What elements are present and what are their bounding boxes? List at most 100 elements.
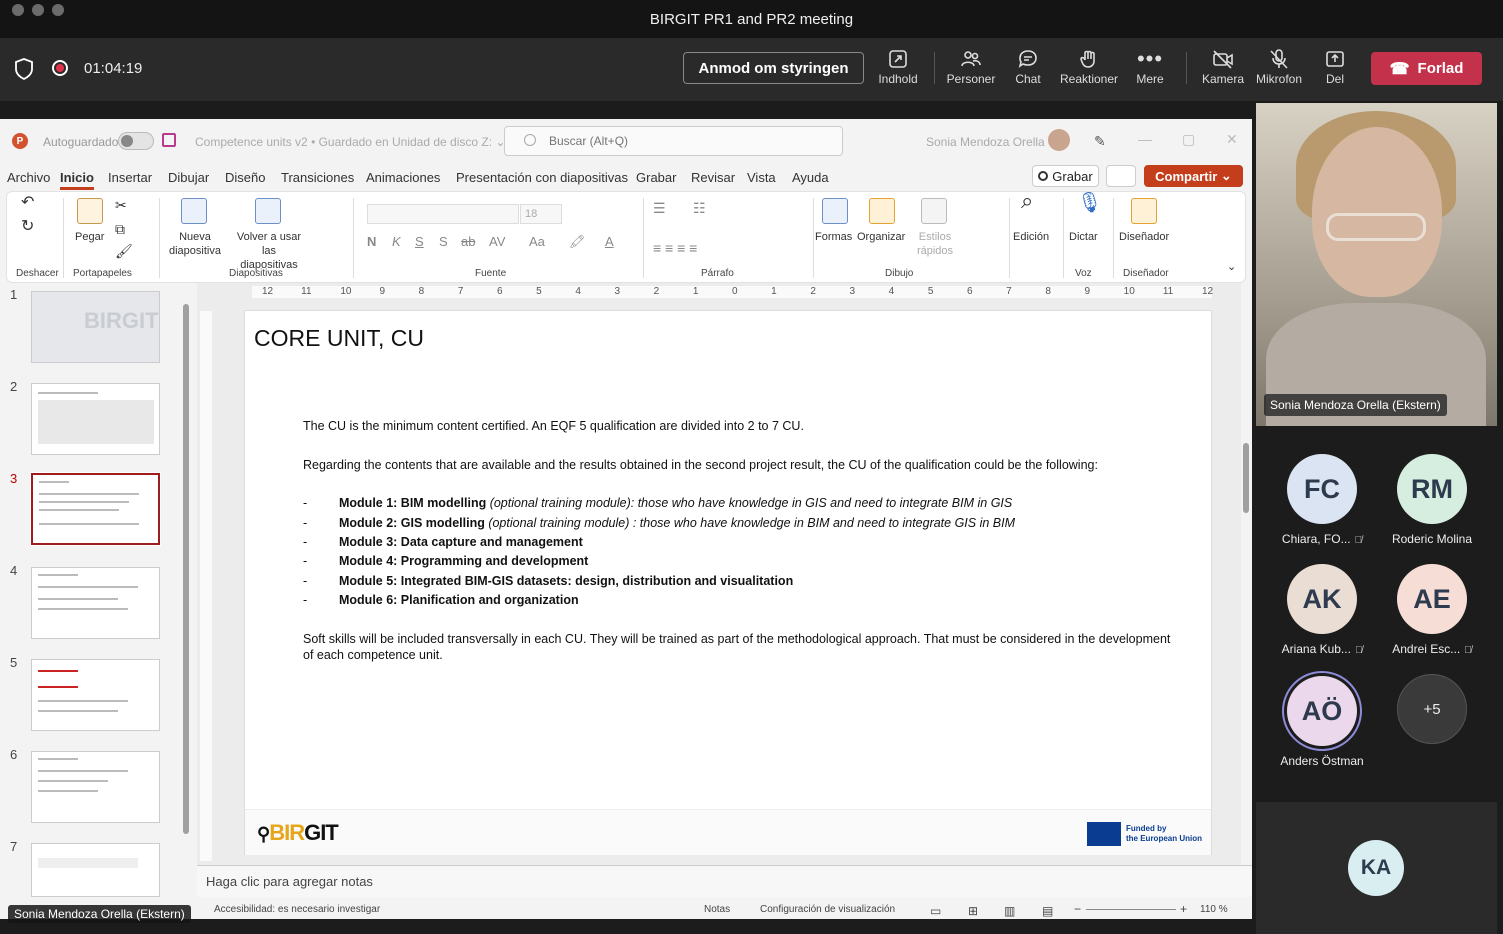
people-button[interactable]: Personer xyxy=(941,46,1001,96)
video-tile[interactable]: Sonia Mendoza Orella (Ekstern) xyxy=(1256,103,1497,426)
notes-pane[interactable]: Haga clic para agregar notas xyxy=(197,865,1252,897)
slide-thumbnails: 1 BIRGIT 2 3 4 5 6 7 xyxy=(0,283,195,899)
zoom-out-icon[interactable]: − xyxy=(1074,902,1081,916)
more-button[interactable]: ••• Mere xyxy=(1120,46,1180,96)
document-name[interactable]: Competence units v2 • Guardado en Unidad… xyxy=(195,135,505,149)
slide-thumbnail-5[interactable] xyxy=(31,659,160,731)
highlight-icon[interactable]: 🖍 xyxy=(569,234,586,250)
tab-dibujar[interactable]: Dibujar xyxy=(168,170,209,185)
slideshow-icon[interactable]: ▤ xyxy=(1042,904,1053,918)
italic-icon[interactable]: K xyxy=(392,234,401,249)
tab-ayuda[interactable]: Ayuda xyxy=(792,170,829,185)
bold-icon[interactable]: N xyxy=(367,234,376,249)
display-settings[interactable]: Configuración de visualización xyxy=(760,904,895,915)
ruler-tick-label: 6 xyxy=(497,286,503,297)
slide-thumbnail-7[interactable] xyxy=(31,843,160,897)
window-controls[interactable] xyxy=(12,4,64,16)
minimize-icon[interactable]: — xyxy=(1138,131,1152,147)
thumbnails-scrollbar[interactable] xyxy=(183,304,189,834)
share-button[interactable]: Del xyxy=(1305,46,1365,96)
user-name[interactable]: Sonia Mendoza Orella xyxy=(926,135,1045,149)
avatar[interactable]: KA xyxy=(1348,840,1404,896)
tab-inicio[interactable]: Inicio xyxy=(60,170,94,190)
reading-view-icon[interactable]: ▥ xyxy=(1004,904,1015,918)
slide-thumbnail-3[interactable] xyxy=(30,472,161,546)
zoom-level[interactable]: 110 % xyxy=(1200,904,1228,915)
autosave-toggle[interactable] xyxy=(118,132,154,150)
record-button[interactable]: Grabar xyxy=(1032,165,1099,187)
participant-tile[interactable]: AK Ariana Kub... 🎙̸ xyxy=(1272,564,1372,656)
request-control-button[interactable]: Anmod om styringen xyxy=(683,52,864,84)
reactions-button[interactable]: Reaktioner xyxy=(1059,46,1119,96)
quick-styles-button[interactable]: Estilos rápidos xyxy=(915,230,955,258)
tab-grabar[interactable]: Grabar xyxy=(636,170,676,185)
comments-button[interactable] xyxy=(1106,165,1136,187)
tab-presentacion[interactable]: Presentación con diapositivas xyxy=(456,170,628,185)
mic-muted-icon: 🎙̸ xyxy=(1354,535,1363,546)
quick-styles-icon xyxy=(921,198,947,224)
save-icon[interactable] xyxy=(162,133,176,147)
shapes-button[interactable]: Formas xyxy=(815,230,852,244)
reuse-slides-button[interactable]: Volver a usar las diapositivas xyxy=(233,230,305,272)
designer-button[interactable]: Diseñador xyxy=(1119,230,1169,244)
compartir-button[interactable]: Compartir ⌄ xyxy=(1144,165,1243,187)
shadow-icon[interactable]: S xyxy=(439,234,448,249)
arrange-button[interactable]: Organizar xyxy=(857,230,905,244)
tab-diseno[interactable]: Diseño xyxy=(225,170,265,185)
participant-tile[interactable]: AE Andrei Esc... 🎙̸ xyxy=(1382,564,1482,656)
slide-thumbnail-1[interactable]: BIRGIT xyxy=(31,291,160,363)
close-icon[interactable]: ✕ xyxy=(1226,131,1238,148)
align-icon[interactable]: ≡ ≡ ≡ ≡ xyxy=(653,240,697,256)
leave-button[interactable]: ☎ Forlad xyxy=(1371,52,1482,85)
normal-view-icon[interactable]: ▭ xyxy=(930,904,941,918)
participant-tile[interactable]: RM Roderic Molina xyxy=(1382,454,1482,546)
font-name-input[interactable] xyxy=(367,204,519,224)
copy-icon[interactable]: ⧉ xyxy=(115,222,125,236)
slide-thumbnail-4[interactable] xyxy=(31,567,160,639)
tab-archivo[interactable]: Archivo xyxy=(7,170,50,185)
tab-transiciones[interactable]: Transiciones xyxy=(281,170,354,185)
tab-revisar[interactable]: Revisar xyxy=(691,170,735,185)
chat-button[interactable]: Chat xyxy=(998,46,1058,96)
maximize-icon[interactable]: ▢ xyxy=(1182,131,1195,148)
case-icon[interactable]: Aa xyxy=(529,234,545,249)
canvas-scrollbar[interactable] xyxy=(1242,283,1250,865)
font-size-input[interactable]: 18 xyxy=(520,204,562,224)
paste-button[interactable]: Pegar xyxy=(75,230,104,244)
accessibility-status[interactable]: Accesibilidad: es necesario investigar xyxy=(214,904,380,915)
spacing-icon[interactable]: AV xyxy=(489,234,505,249)
strikethrough-icon[interactable]: ab xyxy=(461,234,475,249)
dictate-button[interactable]: Dictar xyxy=(1069,230,1098,244)
microphone-button[interactable]: Mikrofon xyxy=(1249,46,1309,96)
cut-icon[interactable]: ✂ xyxy=(115,198,127,212)
zoom-slider[interactable] xyxy=(1086,909,1176,910)
undo-icon[interactable]: ↶ xyxy=(21,195,34,211)
content-button[interactable]: Indhold xyxy=(868,46,928,96)
font-color-icon[interactable]: A xyxy=(605,234,614,249)
format-painter-icon[interactable]: 🖌 xyxy=(115,244,133,258)
notes-toggle[interactable]: Notas xyxy=(704,904,730,915)
sorter-view-icon[interactable]: ⊞ xyxy=(968,904,978,918)
tab-insertar[interactable]: Insertar xyxy=(108,170,152,185)
avatar[interactable] xyxy=(1048,129,1070,151)
camera-button[interactable]: Kamera xyxy=(1193,46,1253,96)
underline-icon[interactable]: S xyxy=(415,234,424,249)
bullets-icon[interactable]: ☰ xyxy=(653,200,666,217)
slide-thumbnail-2[interactable] xyxy=(31,383,160,455)
more-participants-tile[interactable]: +5 xyxy=(1382,674,1482,744)
current-slide[interactable]: CORE UNIT, CU The CU is the minimum cont… xyxy=(244,310,1212,855)
new-slide-button[interactable]: Nueva diapositiva xyxy=(167,230,223,258)
collapse-ribbon-icon[interactable]: ⌄ xyxy=(1227,260,1236,274)
search-input[interactable] xyxy=(504,126,843,156)
slide-thumbnail-6[interactable] xyxy=(31,751,160,823)
participant-tile[interactable]: FC Chiara, FO... 🎙̸ xyxy=(1272,454,1372,546)
share-content-icon xyxy=(889,50,907,68)
editing-button[interactable]: Edición xyxy=(1013,230,1049,244)
pen-icon[interactable]: ✎ xyxy=(1094,133,1106,150)
zoom-in-icon[interactable]: + xyxy=(1180,902,1187,916)
numbering-icon[interactable]: ☷ xyxy=(693,200,706,217)
tab-animaciones[interactable]: Animaciones xyxy=(366,170,440,185)
redo-icon[interactable]: ↻ xyxy=(21,219,34,235)
participant-tile[interactable]: AÖ Anders Östman xyxy=(1272,676,1372,768)
tab-vista[interactable]: Vista xyxy=(747,170,776,185)
